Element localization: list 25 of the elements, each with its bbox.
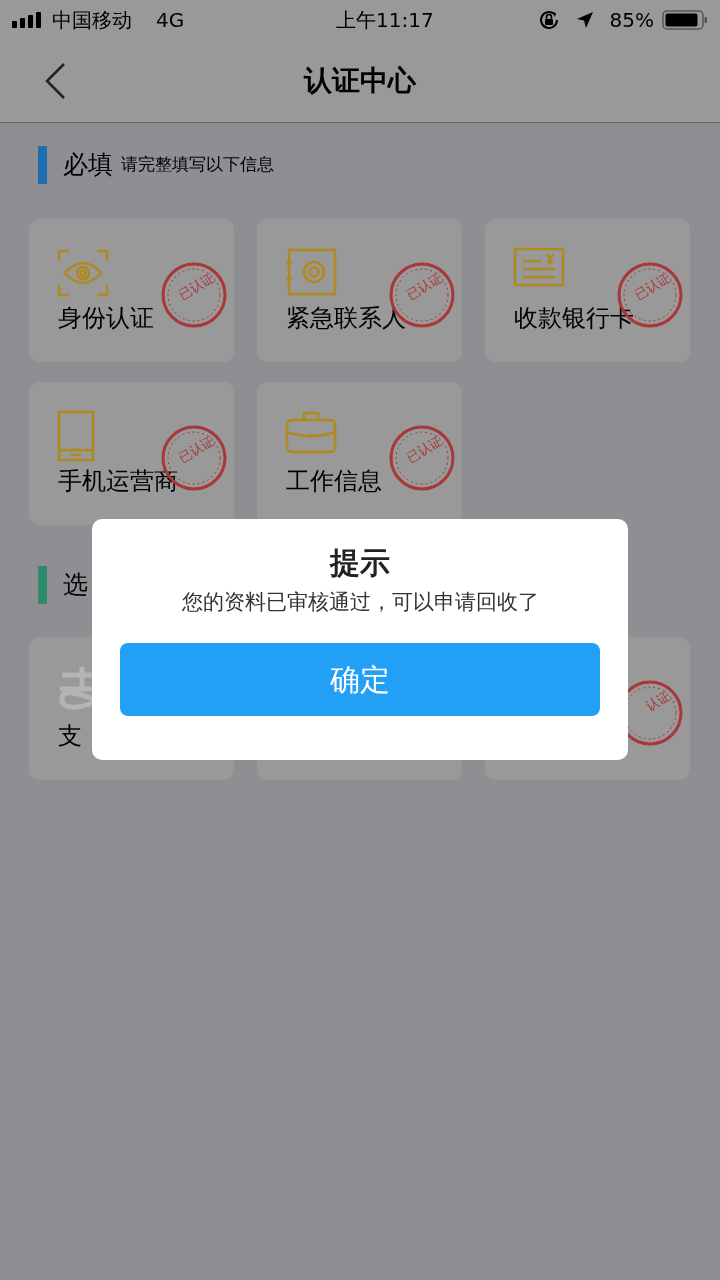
tile-label: 身份认证 xyxy=(58,305,154,332)
tile-label: 工作信息 xyxy=(286,468,382,495)
verified-stamp: 已认证 xyxy=(160,261,228,329)
auth-tile[interactable]: 身份认证 已认证 xyxy=(29,219,234,362)
section-subtitle: 请完整填写以下信息 xyxy=(121,153,274,177)
section-title: 选 xyxy=(63,569,88,602)
battery-icon xyxy=(662,10,708,30)
status-time: 上午11:17 xyxy=(335,7,434,34)
tile-label: 支 xyxy=(58,723,82,750)
carrier-name: 中国移动 xyxy=(52,7,132,34)
eye-scan-icon xyxy=(57,247,109,299)
page-title: 认证中心 xyxy=(304,63,416,99)
section-title: 必填 xyxy=(63,149,113,182)
back-icon[interactable] xyxy=(44,62,66,100)
rotation-lock-icon xyxy=(537,9,560,31)
dialog-title: 提示 xyxy=(328,545,391,581)
network-type: 4G xyxy=(156,7,185,34)
dialog-message: 您的资料已审核通过，可以申请回收了 xyxy=(180,589,540,616)
briefcase-icon xyxy=(285,410,337,454)
bank-card-icon xyxy=(513,247,565,287)
signal-icon xyxy=(12,12,44,28)
tablet-icon xyxy=(57,410,95,462)
battery-percent: 85% xyxy=(609,7,654,34)
verified-stamp: 已认证 xyxy=(388,424,456,492)
location-arrow-icon xyxy=(575,11,594,29)
